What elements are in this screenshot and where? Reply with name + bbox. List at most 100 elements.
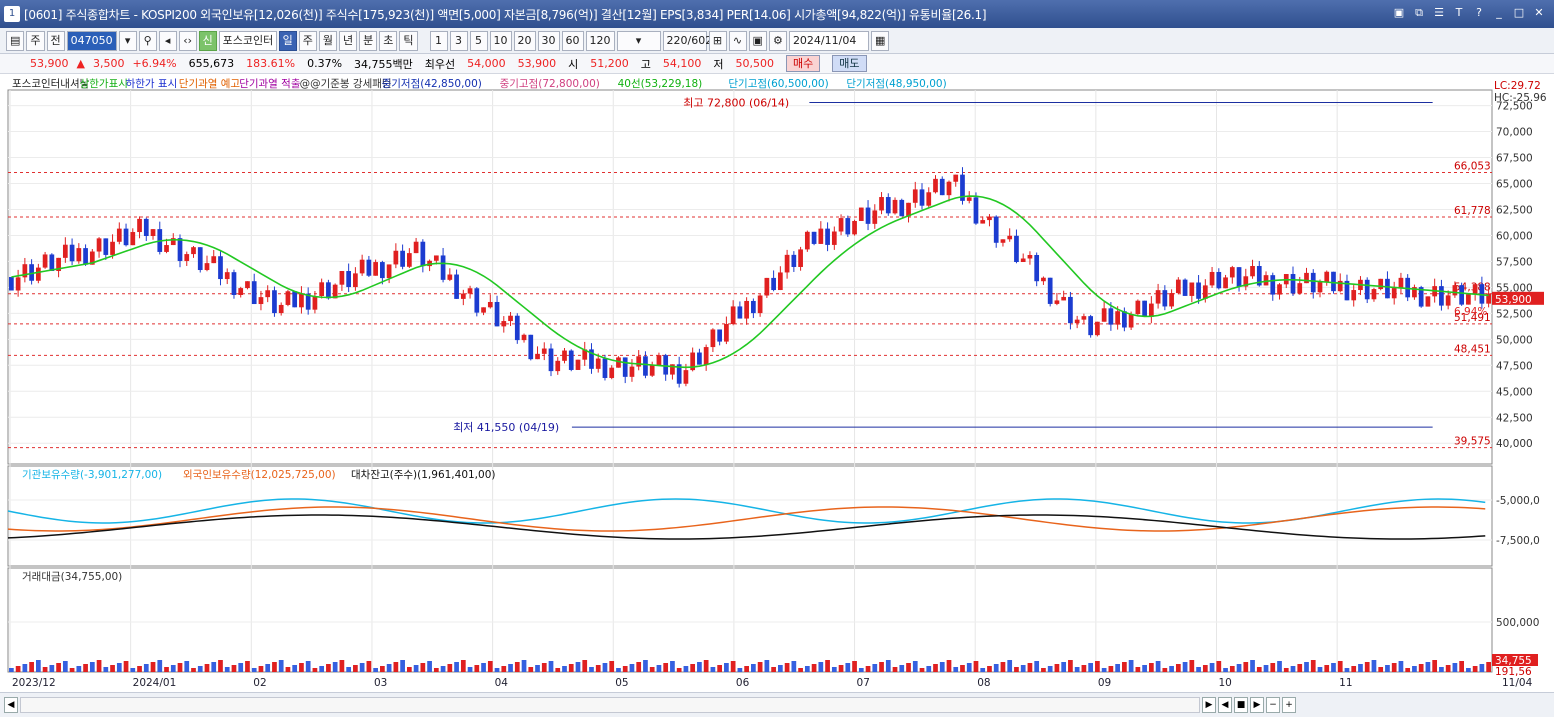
arrows-icon[interactable]: ‹› (178, 30, 197, 51)
volume-bar (1304, 662, 1309, 672)
save-icon[interactable]: ▣ (748, 30, 767, 51)
period-second[interactable]: 초 (379, 30, 398, 51)
minute-20[interactable]: 20 (513, 30, 536, 51)
date-input[interactable]: 2024/11/04 (788, 30, 869, 51)
volume-bar (973, 661, 979, 672)
volume-bar (582, 660, 588, 672)
dropdown-icon[interactable]: ▾ (118, 30, 137, 51)
layout-icon[interactable]: ▤ (6, 30, 25, 51)
volume-bar (143, 664, 149, 672)
volume-bar (555, 668, 561, 672)
volume-bar (292, 665, 298, 672)
candle (697, 352, 702, 365)
period-tick[interactable]: 틱 (399, 30, 418, 51)
all-button[interactable]: 전 (46, 30, 65, 51)
volume-bar (191, 668, 196, 672)
volume-bar (865, 666, 871, 672)
volume-bar (737, 668, 743, 672)
volume-bar (1081, 665, 1087, 672)
minute-30[interactable]: 30 (537, 30, 560, 51)
volume-bar (1472, 666, 1478, 672)
dock-icon[interactable]: ▣ (1392, 6, 1406, 20)
candle (481, 307, 486, 313)
minute-120[interactable]: 120 (585, 30, 615, 51)
volume: 655,673 (188, 57, 235, 70)
period-week[interactable]: 주 (298, 30, 317, 51)
candle (204, 263, 210, 271)
volume-bar (245, 661, 250, 672)
sell-button[interactable]: 매도 (832, 55, 867, 72)
help-icon[interactable]: ? (1472, 6, 1486, 20)
trend-icon[interactable]: ∿ (728, 30, 747, 51)
link-icon[interactable]: ⧉ (1412, 6, 1426, 20)
new-icon[interactable]: 신 (198, 30, 217, 51)
volume-bar (1196, 667, 1201, 672)
candle (278, 304, 284, 314)
minute-60[interactable]: 60 (561, 30, 584, 51)
minute-3[interactable]: 3 (449, 30, 468, 51)
open-price: 51,200 (590, 57, 629, 70)
stock-code-input[interactable]: 047050 (66, 30, 117, 51)
candle (1202, 285, 1208, 299)
candle (663, 355, 669, 375)
indicator-icon[interactable]: ⊞ (708, 30, 727, 51)
period-month[interactable]: 월 (318, 30, 338, 51)
change-pct: +6.94% (132, 57, 177, 70)
maximize-icon[interactable]: □ (1512, 6, 1526, 20)
candle (784, 254, 790, 273)
settings-icon[interactable]: ⚙ (768, 30, 787, 51)
candle (1034, 255, 1040, 282)
y-tick-label: 57,500 (1496, 256, 1533, 268)
stop-icon[interactable]: ■ (1234, 697, 1248, 713)
window-controls: ▣ ⧉ ☰ T ? _ □ ✕ (1392, 6, 1546, 20)
buy-button[interactable]: 매수 (786, 55, 821, 72)
volume-y-tick: 500,000 (1496, 617, 1539, 629)
market-select[interactable]: 주 (26, 30, 45, 51)
zoom-out-icon[interactable]: − (1266, 697, 1280, 713)
period-year[interactable]: 년 (339, 30, 358, 51)
next-icon[interactable]: ▶ (1250, 697, 1264, 713)
scroll-bar[interactable]: ◀ ▶ ◀ ■ ▶ − + (0, 692, 1554, 717)
calendar-icon[interactable]: ▦ (870, 30, 890, 51)
volume-bar (420, 663, 426, 672)
candle (353, 273, 358, 288)
volume-bar (1445, 665, 1451, 672)
candle (892, 199, 898, 214)
volume-bar (265, 664, 271, 672)
prev-icon[interactable]: ◀ (1218, 697, 1232, 713)
data-count[interactable]: 220/602 (662, 30, 712, 51)
volume-bar (804, 666, 810, 672)
close-icon[interactable]: ✕ (1532, 6, 1546, 20)
candle (649, 365, 655, 376)
candle (717, 329, 723, 342)
x-tick-label: 11/04 (1502, 677, 1533, 689)
zoom-in-icon[interactable]: + (1282, 697, 1296, 713)
minute-5[interactable]: 5 (469, 30, 488, 51)
candle (1148, 303, 1154, 317)
scroll-left-icon[interactable]: ◀ (4, 697, 18, 713)
stock-chart[interactable]: 포스코인터내셔날상한가표시하한가 표시 단기과열 예고 단기과열 적출 @@기준봉 강… (0, 74, 1554, 692)
legend-item: 단기과열 적출 (239, 78, 301, 90)
candle (116, 228, 122, 242)
sound-icon[interactable]: ◂ (158, 30, 177, 51)
candle (1108, 308, 1114, 325)
candle (872, 210, 878, 224)
font-icon[interactable]: T (1452, 6, 1466, 20)
candle (76, 248, 82, 262)
volume-bar (1432, 660, 1438, 672)
candle (224, 272, 230, 280)
list-icon[interactable]: ☰ (1432, 6, 1446, 20)
period-minute[interactable]: 분 (359, 30, 378, 51)
minute-1[interactable]: 1 (429, 30, 448, 51)
search-icon[interactable]: ⚲ (138, 30, 157, 51)
volume-bar (1439, 667, 1444, 672)
period-day[interactable]: 일 (278, 30, 297, 51)
minimize-icon[interactable]: _ (1492, 6, 1506, 20)
volume-bar (1290, 666, 1296, 672)
scroll-track[interactable] (20, 697, 1200, 713)
play-icon[interactable]: ▶ (1202, 697, 1216, 713)
volume-bar (1175, 664, 1181, 672)
candle (1169, 293, 1174, 307)
minute-10[interactable]: 10 (489, 30, 512, 51)
custom-period-select[interactable]: ▾ (616, 30, 661, 51)
